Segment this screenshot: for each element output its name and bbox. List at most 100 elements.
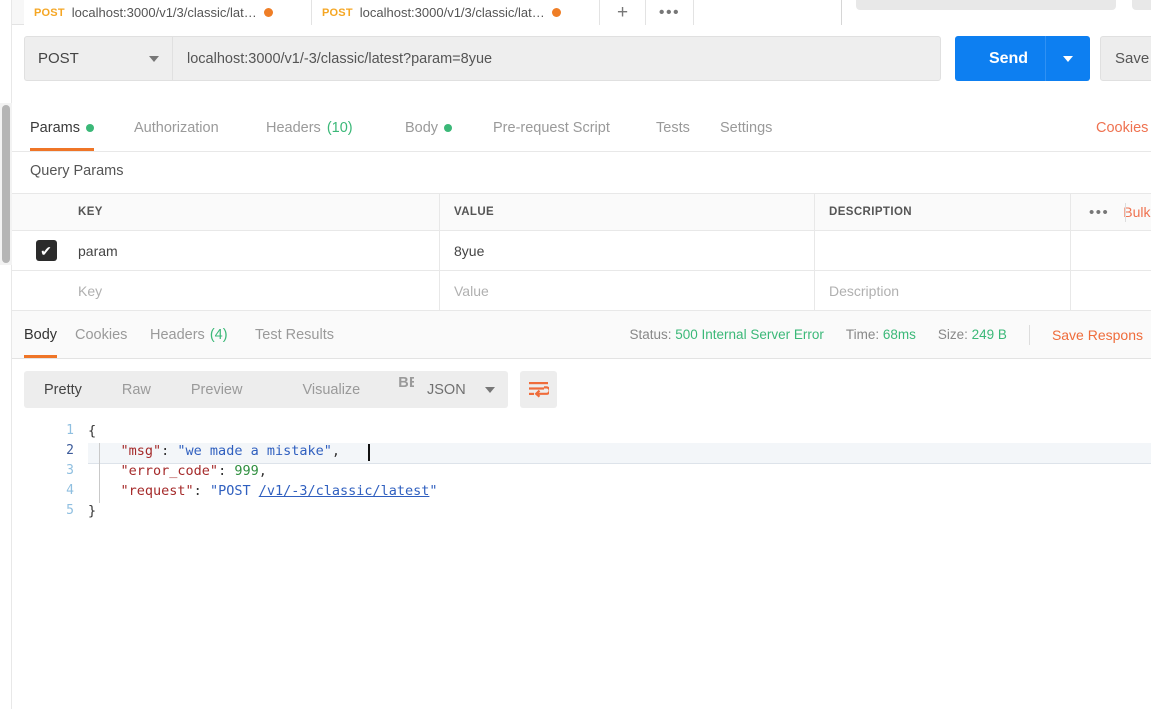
time-value: 68ms [882, 327, 916, 342]
row-value-input[interactable]: 8yue [454, 243, 484, 259]
active-tab-underline [30, 148, 94, 151]
line-number-gutter: 1 2 3 4 5 [12, 419, 88, 709]
body-active-dot-icon [444, 123, 453, 132]
query-params-title: Query Params [30, 163, 124, 179]
tab-settings[interactable]: Settings [720, 104, 772, 151]
cookies-link[interactable]: Cookies [1096, 104, 1148, 151]
tab-body-label: Body [405, 119, 439, 136]
request-tab-1-method: POST [34, 6, 65, 19]
table-row-empty[interactable]: Key Value Description [12, 271, 1151, 311]
code-token: { [88, 423, 97, 439]
send-options-button[interactable] [1045, 36, 1090, 81]
tab-pre-request-script[interactable]: Pre-request Script [493, 104, 610, 151]
divider [1125, 203, 1126, 222]
url-input-value: localhost:3000/v1/-3/classic/latest?para… [187, 50, 493, 67]
view-mode-pretty[interactable]: Pretty [24, 382, 102, 398]
top-right-toolbar [842, 0, 1151, 25]
chevron-down-icon [1063, 55, 1073, 62]
params-active-dot-icon [85, 123, 94, 132]
tab-authorization-label: Authorization [134, 119, 219, 136]
view-mode-raw[interactable]: Raw [102, 382, 171, 398]
chevron-down-icon [149, 55, 159, 62]
tab-headers[interactable]: Headers (10) [266, 104, 353, 151]
row-checkbox-checked[interactable]: ✔ [35, 240, 57, 261]
request-tab-2[interactable]: POST localhost:3000/v1/3/classic/lat… [312, 0, 600, 25]
tab-body[interactable]: Body [405, 104, 453, 151]
empty-row-actions [1071, 271, 1151, 310]
code-token: " [429, 483, 438, 499]
tab-headers-count: (10) [326, 119, 353, 136]
tab-options-more-icon[interactable]: ••• [646, 0, 694, 25]
view-mode-preview[interactable]: Preview [171, 382, 263, 398]
tab-strip-filler [694, 0, 842, 25]
code-line-1: { [88, 423, 96, 439]
response-tab-body-label: Body [24, 326, 58, 343]
response-tab-headers-count: (4) [209, 326, 228, 343]
row-checkbox-cell[interactable]: ✔ [24, 231, 68, 270]
code-token: 999 [234, 463, 259, 479]
request-tab-2-method: POST [322, 6, 353, 19]
table-header-row: KEY VALUE DESCRIPTION ••• Bulk [12, 194, 1151, 231]
chevron-down-icon [485, 386, 495, 393]
column-header-value: VALUE [454, 206, 495, 218]
status-label: Status: [629, 327, 672, 342]
http-method-label: POST [38, 50, 79, 67]
empty-row-checkbox-cell[interactable] [24, 271, 68, 310]
size-label: Size: [937, 327, 968, 342]
response-format-select[interactable]: JSON [414, 371, 508, 408]
response-tab-cookies[interactable]: Cookies [75, 311, 127, 358]
query-params-table: KEY VALUE DESCRIPTION ••• Bulk ✔ param 8… [12, 193, 1151, 311]
row-key-input[interactable]: param [78, 243, 118, 259]
unsaved-dot-icon [263, 8, 273, 17]
header-checkbox-cell [24, 194, 68, 230]
url-input[interactable]: localhost:3000/v1/-3/classic/latest?para… [172, 36, 941, 81]
active-tab-underline [24, 355, 58, 358]
code-token: "we made a mistake" [177, 443, 332, 459]
line-number-3: 3 [66, 463, 74, 478]
code-token: "POST [209, 483, 259, 499]
empty-row-description-input[interactable]: Description [829, 283, 899, 299]
http-method-select[interactable]: POST [24, 36, 172, 81]
response-tab-headers[interactable]: Headers (4) [150, 311, 228, 358]
empty-row-value-input[interactable]: Value [454, 283, 489, 299]
tab-headers-label: Headers [266, 119, 321, 136]
row-actions [1071, 231, 1151, 270]
code-token: , [258, 463, 267, 479]
empty-row-key-input[interactable]: Key [78, 283, 102, 299]
tab-params[interactable]: Params [30, 104, 94, 151]
request-tab-1[interactable]: POST localhost:3000/v1/3/classic/lat… [24, 0, 312, 25]
code-token: : [193, 483, 210, 499]
response-tab-test-results[interactable]: Test Results [255, 311, 334, 358]
tab-tests-label: Tests [656, 119, 690, 136]
sidebar-scrollbar-thumb[interactable] [2, 105, 10, 263]
word-wrap-button[interactable] [520, 371, 557, 408]
tab-tests[interactable]: Tests [656, 104, 690, 151]
view-mode-visualize-label: Visualize [302, 381, 361, 398]
response-body-code[interactable]: 1 2 3 4 5 { "msg": "we made a mistake", … [12, 419, 1151, 709]
new-tab-plus-icon[interactable]: + [600, 0, 646, 25]
response-tab-cookies-label: Cookies [75, 326, 128, 343]
save-response-link[interactable]: Save Respons [1052, 327, 1143, 343]
top-right-pill-primary[interactable] [856, 0, 1116, 10]
column-header-description: DESCRIPTION [829, 206, 912, 218]
tab-authorization[interactable]: Authorization [134, 104, 219, 151]
text-cursor [368, 444, 370, 461]
response-section-tabs: Body Cookies Headers (4) Test Results St… [12, 311, 1151, 359]
bulk-edit-link[interactable]: Bulk [1123, 204, 1150, 220]
code-token: : [161, 443, 178, 459]
top-right-pill-secondary[interactable] [1132, 0, 1151, 10]
params-more-icon[interactable]: ••• [1089, 204, 1109, 221]
save-button[interactable]: Save [1100, 36, 1151, 81]
code-token: "msg" [120, 443, 162, 459]
table-row[interactable]: ✔ param 8yue [12, 231, 1151, 271]
code-line-4: "request": "POST /v1/-3/classic/latest" [88, 483, 438, 499]
size-value: 249 B [971, 327, 1007, 342]
line-number-4: 4 [66, 483, 74, 498]
response-tab-body[interactable]: Body [24, 311, 58, 358]
line-number-1: 1 [66, 423, 74, 438]
code-line-5: } [88, 503, 96, 519]
response-body-toolbar: Pretty Raw Preview VisualizeBETA JSON [12, 359, 1151, 419]
response-tab-test-results-label: Test Results [255, 326, 334, 343]
